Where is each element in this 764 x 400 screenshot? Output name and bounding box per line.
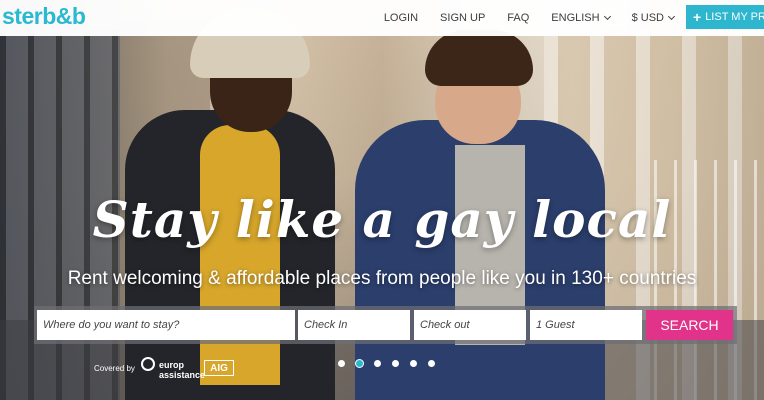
guests-select[interactable]: 1 Guest [530,310,642,340]
signup-link[interactable]: SIGN UP [440,12,485,24]
navbar: sterb&b LOGIN SIGN UP FAQ ENGLISH $ USD … [0,0,764,36]
aig-logo: AIG [204,360,234,376]
covered-by-label: Covered by [94,364,135,373]
person-right-hair [425,30,533,86]
plus-icon: + [693,9,702,25]
search-button[interactable]: SEARCH [646,310,733,340]
currency-dropdown[interactable]: $ USD [631,12,676,24]
hero-subheadline: Rent welcoming & affordable places from … [67,268,697,289]
login-link[interactable]: LOGIN [384,12,418,24]
nav-links: LOGIN SIGN UP FAQ ENGLISH $ USD [362,0,676,36]
language-label: ENGLISH [551,12,600,24]
slider-dot[interactable] [410,360,417,367]
faq-link[interactable]: FAQ [507,12,529,24]
hero-headline: Stay like a gay local [92,190,672,249]
checkout-input[interactable]: Check out [414,310,526,340]
slider-dot[interactable] [374,360,381,367]
destination-input[interactable]: Where do you want to stay? [37,310,295,340]
currency-label: $ USD [631,12,664,24]
slider-dot[interactable] [428,360,435,367]
europ-assistance-logo: europ assistance [159,360,206,380]
chevron-down-icon [603,12,611,21]
chevron-down-icon [667,12,676,21]
site-logo[interactable]: sterb&b [2,3,86,30]
search-bar: Where do you want to stay? Check In Chec… [34,306,737,344]
list-property-button[interactable]: + LIST MY PRO [686,5,764,29]
slider-dot[interactable] [356,360,363,367]
slider-dot[interactable] [338,360,345,367]
slider-dots [338,360,446,367]
list-property-label: LIST MY PRO [705,11,764,23]
checkin-input[interactable]: Check In [298,310,410,340]
person-left-sweater [200,125,280,385]
slider-dot[interactable] [392,360,399,367]
language-dropdown[interactable]: ENGLISH [551,12,611,24]
europ-assistance-logo-icon [141,357,155,371]
